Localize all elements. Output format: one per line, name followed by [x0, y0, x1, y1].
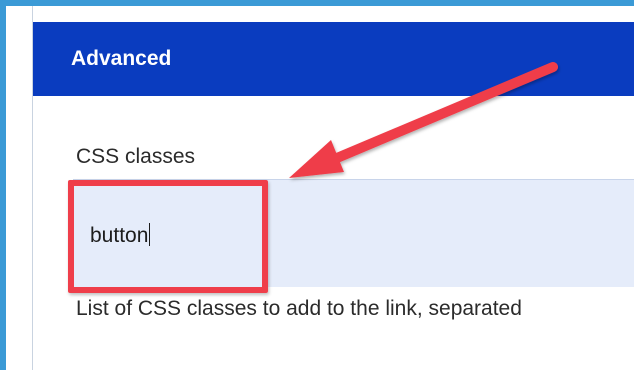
annotation-highlight-box [68, 180, 268, 293]
left-gutter [6, 6, 28, 370]
css-classes-label: CSS classes [76, 145, 196, 168]
section-title: Advanced [71, 47, 172, 70]
css-classes-help-text: List of CSS classes to add to the link, … [76, 297, 522, 320]
advanced-section-header[interactable]: Advanced [33, 22, 634, 96]
